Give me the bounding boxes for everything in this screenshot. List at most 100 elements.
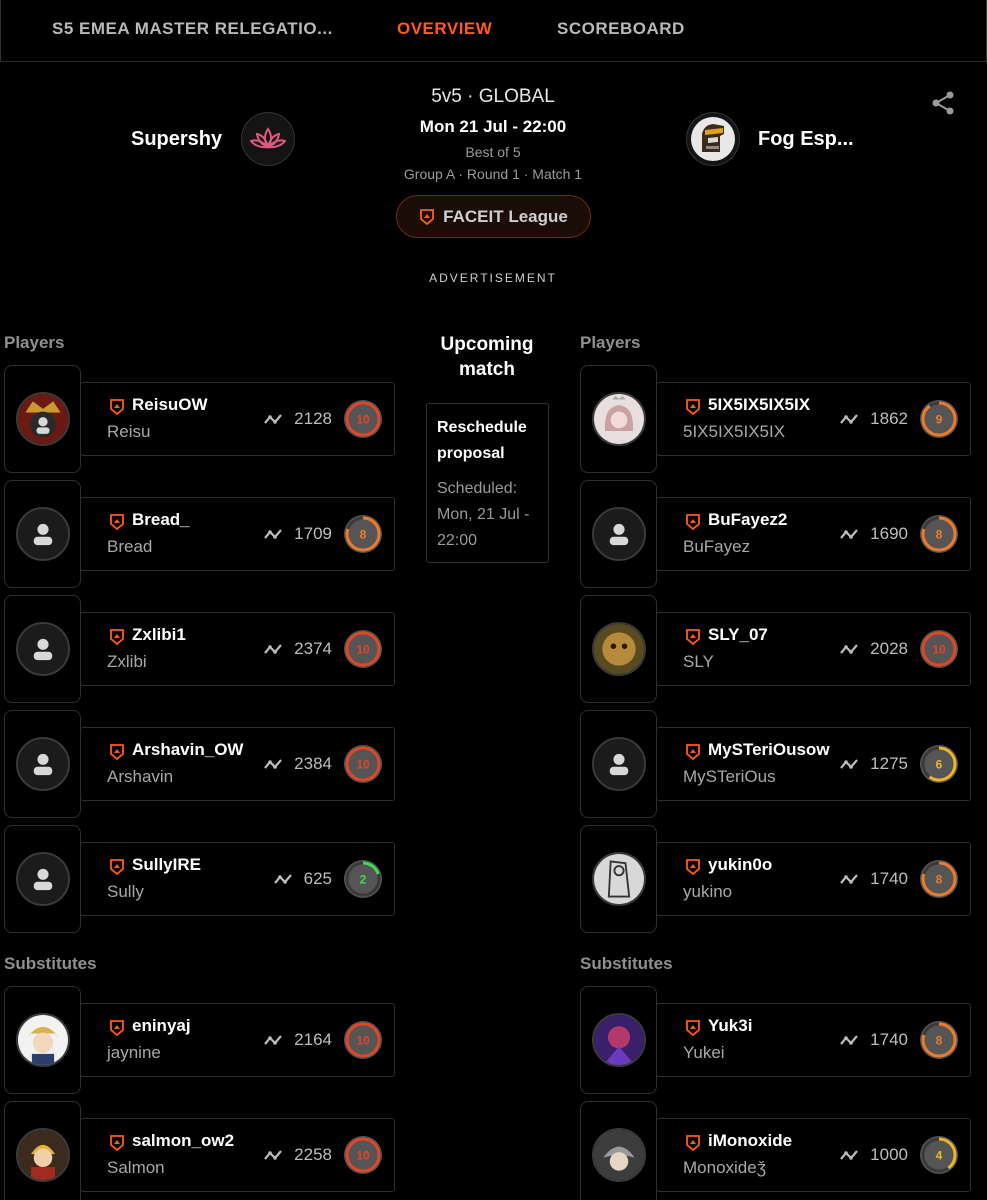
team1-name[interactable]: Supershy — [131, 128, 222, 151]
tab-overview[interactable]: OVERVIEW — [397, 19, 492, 39]
player-info[interactable]: salmon_ow2 Salmon 2258 10 — [80, 1118, 395, 1192]
reschedule-card[interactable]: Reschedule proposal Scheduled: Mon, 21 J… — [426, 403, 549, 563]
player-avatar[interactable] — [580, 825, 657, 933]
league-button[interactable]: FACEIT League — [396, 195, 591, 238]
faceit-shield-icon — [420, 208, 435, 225]
player-info[interactable]: ReisuOW Reisu 2128 10 — [80, 382, 395, 456]
team2-substitutes-title: Substitutes — [580, 954, 673, 973]
frame-edge-left — [0, 0, 1, 61]
elo-trend-icon — [264, 644, 282, 654]
player-row[interactable]: ReisuOW Reisu 2128 10 — [4, 365, 398, 475]
tab-competition[interactable]: S5 EMEA MASTER RELEGATIO... — [52, 19, 333, 39]
player-row[interactable]: yukin0o yukino 1740 8 — [580, 825, 974, 935]
player-nickname[interactable]: salmon_ow2 — [132, 1131, 234, 1151]
player-row[interactable]: Bread_ Bread 1709 8 — [4, 480, 398, 590]
skill-level-value: 9 — [936, 413, 943, 427]
player-info[interactable]: Bread_ Bread 1709 8 — [80, 497, 395, 571]
avatar-image — [15, 852, 70, 906]
player-avatar[interactable] — [4, 595, 81, 703]
player-name: Zxlibi — [107, 652, 147, 671]
reschedule-body: Scheduled: Mon, 21 Jul - 22:00 — [437, 480, 530, 549]
match-best-of: Best of 5 — [465, 144, 521, 160]
player-nickname[interactable]: Yuk3i — [708, 1016, 752, 1036]
player-avatar[interactable] — [580, 1101, 657, 1200]
team2-logo[interactable] — [686, 112, 740, 166]
player-avatar[interactable] — [4, 480, 81, 588]
faceit-shield-icon — [110, 399, 124, 415]
share-icon[interactable] — [930, 90, 956, 116]
player-info[interactable]: 5IX5IX5IX5IX 5IX5IX5IX5IX 1862 9 — [656, 382, 971, 456]
skill-level-badge: 4 — [920, 1136, 958, 1174]
player-nickname[interactable]: iMonoxide — [708, 1131, 792, 1151]
skill-level-value: 6 — [936, 758, 943, 772]
player-row[interactable]: SullyIRE Sully 625 2 — [4, 825, 398, 935]
skill-level-badge: 8 — [920, 515, 958, 553]
elo-trend-icon — [264, 529, 282, 539]
faceit-shield-icon — [110, 1135, 124, 1151]
player-info[interactable]: SullyIRE Sully 625 2 — [80, 842, 395, 916]
player-nickname[interactable]: SullyIRE — [132, 855, 201, 875]
skill-level-badge: 8 — [344, 515, 382, 553]
team2-name[interactable]: Fog Esp... — [758, 128, 854, 151]
team1-logo[interactable] — [241, 112, 295, 166]
elo-trend-icon — [840, 414, 858, 424]
player-nickname[interactable]: SLY_07 — [708, 625, 768, 645]
player-elo: 2028 — [870, 639, 908, 658]
player-nickname[interactable]: BuFayez2 — [708, 510, 787, 530]
player-nickname[interactable]: eninyaj — [132, 1016, 191, 1036]
elo-trend-icon — [840, 759, 858, 769]
skill-level-value: 10 — [356, 1034, 370, 1048]
skill-level-badge: 6 — [920, 745, 958, 783]
player-row[interactable]: MySTeriOusow MySTeriOus 1275 6 — [580, 710, 974, 820]
tab-scoreboard[interactable]: SCOREBOARD — [557, 19, 685, 39]
player-info[interactable]: eninyaj jaynine 2164 10 — [80, 1003, 395, 1077]
player-nickname[interactable]: 5IX5IX5IX5IX — [708, 395, 810, 415]
player-name: Reisu — [107, 422, 151, 441]
player-avatar[interactable] — [580, 595, 657, 703]
player-avatar[interactable] — [4, 825, 81, 933]
player-info[interactable]: Arshavin_OW Arshavin 2384 10 — [80, 727, 395, 801]
player-row[interactable]: Arshavin_OW Arshavin 2384 10 — [4, 710, 398, 820]
player-row[interactable]: eninyaj jaynine 2164 10 — [4, 986, 398, 1096]
player-row[interactable]: salmon_ow2 Salmon 2258 10 — [4, 1101, 398, 1200]
player-row[interactable]: Yuk3i Yukei 1740 8 — [580, 986, 974, 1096]
player-row[interactable]: 5IX5IX5IX5IX 5IX5IX5IX5IX 1862 9 — [580, 365, 974, 475]
player-nickname[interactable]: Zxlibi1 — [132, 625, 186, 645]
user-icon — [594, 739, 643, 789]
player-info[interactable]: Zxlibi1 Zxlibi 2374 10 — [80, 612, 395, 686]
avatar-image — [591, 852, 646, 906]
player-elo: 2374 — [294, 639, 332, 658]
player-avatar[interactable] — [4, 710, 81, 818]
player-avatar[interactable] — [4, 365, 81, 473]
player-nickname[interactable]: ReisuOW — [132, 395, 208, 415]
player-info[interactable]: Yuk3i Yukei 1740 8 — [656, 1003, 971, 1077]
player-info[interactable]: iMonoxide Monoxideǯ 1000 4 — [656, 1118, 971, 1192]
player-info[interactable]: BuFayez2 BuFayez 1690 8 — [656, 497, 971, 571]
player-row[interactable]: Zxlibi1 Zxlibi 2374 10 — [4, 595, 398, 705]
player-avatar[interactable] — [580, 710, 657, 818]
elo-trend-icon — [840, 1150, 858, 1160]
faceit-shield-icon — [110, 514, 124, 530]
player-info[interactable]: SLY_07 SLY 2028 10 — [656, 612, 971, 686]
faceit-shield-icon — [686, 1020, 700, 1036]
elo-trend-icon — [840, 644, 858, 654]
avatar-image — [15, 1128, 70, 1182]
player-info[interactable]: yukin0o yukino 1740 8 — [656, 842, 971, 916]
player-nickname[interactable]: Arshavin_OW — [132, 740, 243, 760]
player-avatar[interactable] — [580, 365, 657, 473]
player-info[interactable]: MySTeriOusow MySTeriOus 1275 6 — [656, 727, 971, 801]
player-avatar[interactable] — [580, 986, 657, 1094]
player-row[interactable]: BuFayez2 BuFayez 1690 8 — [580, 480, 974, 590]
player-nickname[interactable]: Bread_ — [132, 510, 190, 530]
player-nickname[interactable]: MySTeriOusow — [708, 740, 830, 760]
skill-level-value: 10 — [356, 643, 370, 657]
skill-level-badge: 10 — [344, 1021, 382, 1059]
player-row[interactable]: iMonoxide Monoxideǯ 1000 4 — [580, 1101, 974, 1200]
player-avatar[interactable] — [4, 1101, 81, 1200]
player-nickname[interactable]: yukin0o — [708, 855, 772, 875]
player-row[interactable]: SLY_07 SLY 2028 10 — [580, 595, 974, 705]
player-avatar[interactable] — [4, 986, 81, 1094]
elo-trend-icon — [264, 414, 282, 424]
player-avatar[interactable] — [580, 480, 657, 588]
faceit-shield-icon — [686, 744, 700, 760]
